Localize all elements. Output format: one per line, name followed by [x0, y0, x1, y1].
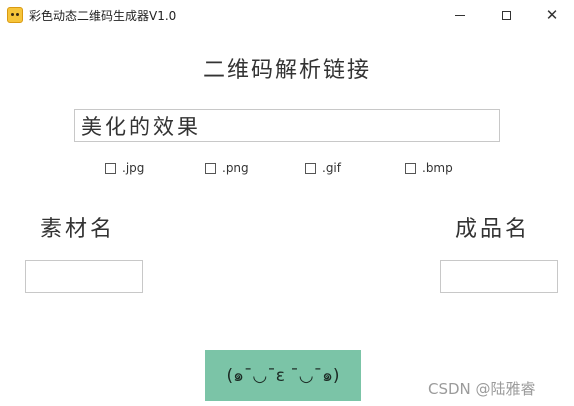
- close-icon: ✕: [545, 5, 559, 24]
- generate-button[interactable]: (๑¯◡¯ε ¯◡¯๑): [205, 350, 361, 401]
- maximize-button[interactable]: [483, 0, 529, 30]
- maximize-icon: [501, 10, 511, 20]
- watermark: CSDN @陆雅睿: [428, 380, 536, 398]
- output-name-field[interactable]: [440, 260, 558, 293]
- checkbox-icon[interactable]: [105, 162, 116, 174]
- format-checkbox-png[interactable]: .png: [205, 161, 249, 175]
- checkbox-icon[interactable]: [405, 162, 416, 174]
- minimize-icon: [455, 14, 465, 16]
- close-button[interactable]: ✕: [529, 0, 574, 30]
- format-label-jpg: .jpg: [122, 161, 145, 175]
- window-title: 彩色动态二维码生成器V1.0: [29, 9, 177, 23]
- page-title: 二维码解析链接: [202, 58, 371, 83]
- output-name-label: 成品名: [455, 217, 531, 242]
- source-name-field[interactable]: [25, 260, 143, 293]
- format-label-bmp: .bmp: [422, 161, 453, 175]
- format-label-gif: .gif: [322, 161, 341, 175]
- minimize-button[interactable]: [437, 0, 483, 30]
- title-bar: 彩色动态二维码生成器V1.0 ✕: [0, 0, 574, 30]
- format-checkbox-gif[interactable]: .gif: [305, 161, 341, 175]
- content-input[interactable]: [74, 109, 500, 142]
- checkbox-icon[interactable]: [205, 162, 216, 174]
- source-name-label: 素材名: [40, 217, 116, 242]
- checkbox-icon[interactable]: [305, 162, 316, 174]
- format-checkbox-bmp[interactable]: .bmp: [405, 161, 453, 175]
- format-label-png: .png: [222, 161, 249, 175]
- format-checkbox-jpg[interactable]: .jpg: [105, 161, 144, 175]
- app-icon: [7, 7, 23, 23]
